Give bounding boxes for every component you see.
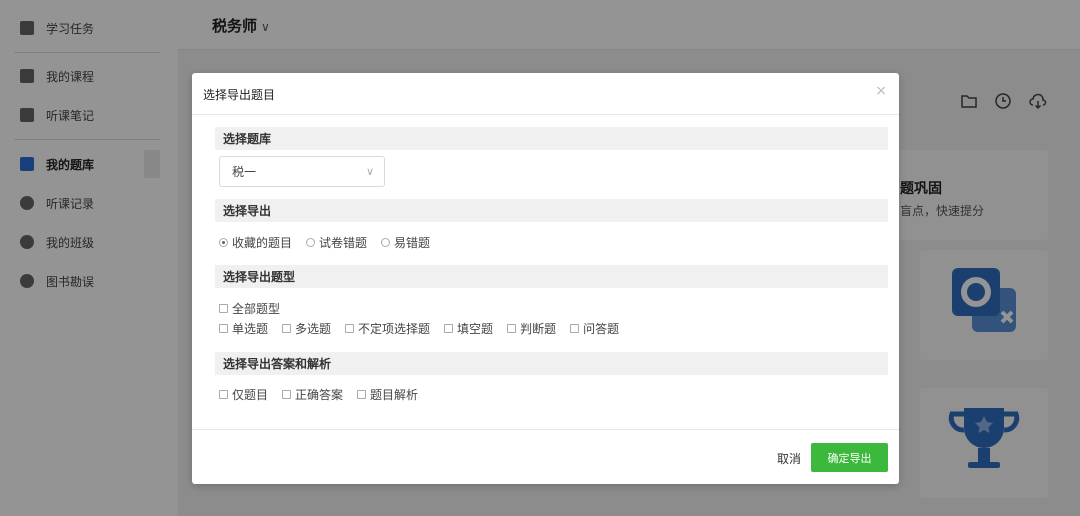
dialog-footer: 取消 确定导出 [192,429,899,484]
type-option-qa[interactable]: 问答题 [570,320,619,337]
option-label: 多选题 [295,322,332,336]
checkbox[interactable] [444,324,454,333]
export-option-favorites[interactable]: 收藏的题目 [219,234,292,251]
answer-option-correct-answer[interactable]: 正确答案 [282,386,343,403]
radio-button[interactable] [381,238,391,247]
option-label: 仅题目 [232,388,269,402]
option-label: 收藏的题目 [232,236,293,250]
type-option-judge[interactable]: 判断题 [507,320,556,337]
confirm-export-button[interactable]: 确定导出 [811,443,888,472]
checkbox[interactable] [345,324,355,333]
option-label: 易错题 [394,236,431,250]
checkbox[interactable] [282,324,292,333]
type-options: 单选题 多选题 不定项选择题 填空题 判断题 问答题 [219,320,633,337]
bank-select-value: 税一 [232,165,257,179]
option-label: 判断题 [520,322,557,336]
close-icon[interactable]: × [875,83,887,99]
dialog-title: 选择导出题目 [203,88,276,102]
checkbox[interactable] [570,324,580,333]
option-label: 填空题 [457,322,494,336]
chevron-down-icon: ∨ [365,165,374,178]
answer-options: 仅题目 正确答案 题目解析 [219,386,432,403]
dialog-header: 选择导出题目 × [192,73,899,115]
checkbox[interactable] [357,390,367,399]
radio-button[interactable] [306,238,316,247]
section-type: 选择导出题型 [215,265,888,288]
checkbox[interactable] [219,304,228,313]
answer-option-analysis[interactable]: 题目解析 [357,386,418,403]
option-label: 全部题型 [232,302,281,316]
checkbox[interactable] [219,390,228,399]
option-label: 题目解析 [370,388,419,402]
answer-option-question-only[interactable]: 仅题目 [219,386,268,403]
type-all-row: 全部题型 [219,300,294,317]
export-dialog: 选择导出题目 × 选择题库 税一 ∨ 选择导出 收藏的题目 试卷错题 易错题 选… [192,73,899,484]
option-label: 单选题 [232,322,269,336]
type-option-fill[interactable]: 填空题 [444,320,493,337]
section-bank: 选择题库 [215,127,888,150]
export-option-exam-wrong[interactable]: 试卷错题 [306,234,367,251]
option-label: 问答题 [583,322,620,336]
radio-button[interactable] [219,238,228,247]
export-option-error-prone[interactable]: 易错题 [381,234,430,251]
type-option-indefinite[interactable]: 不定项选择题 [345,320,430,337]
section-export: 选择导出 [215,199,888,222]
checkbox[interactable] [219,324,228,333]
type-option-single[interactable]: 单选题 [219,320,268,337]
export-options: 收藏的题目 试卷错题 易错题 [219,234,444,251]
cancel-button[interactable]: 取消 [777,450,801,467]
checkbox[interactable] [507,324,517,333]
checkbox[interactable] [282,390,292,399]
type-option-multiple[interactable]: 多选题 [282,320,331,337]
option-label: 正确答案 [295,388,344,402]
option-label: 不定项选择题 [358,322,431,336]
type-option-all[interactable]: 全部题型 [219,300,280,317]
option-label: 试卷错题 [319,236,368,250]
section-answer: 选择导出答案和解析 [215,352,888,375]
bank-select[interactable]: 税一 ∨ [219,156,385,187]
